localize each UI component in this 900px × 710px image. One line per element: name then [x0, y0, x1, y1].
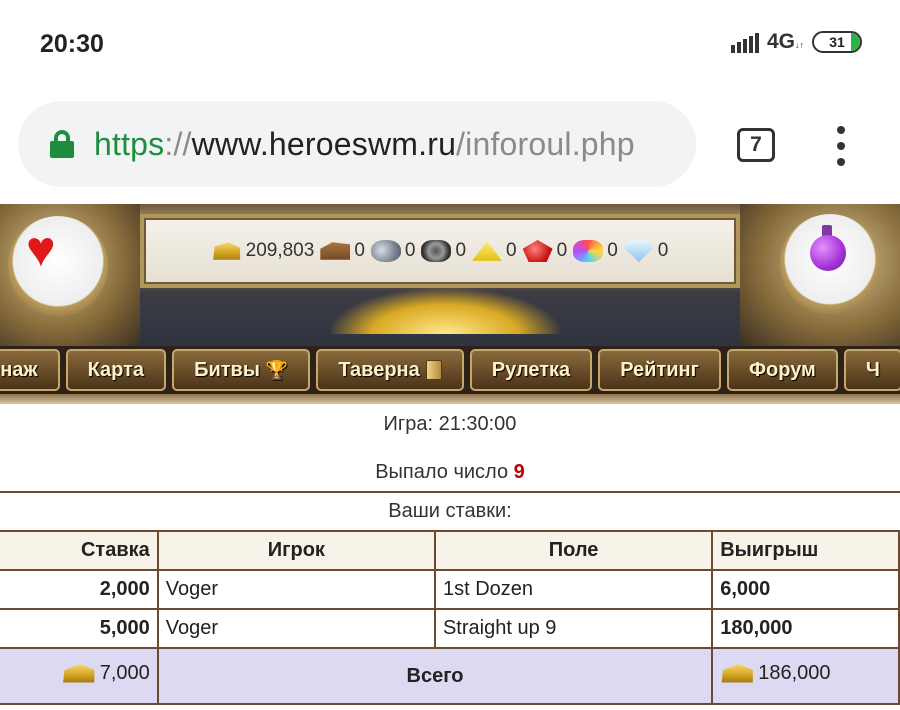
- health-orb: [8, 216, 108, 316]
- gold-icon: [63, 664, 95, 683]
- bet-stake: 5,000: [0, 608, 159, 649]
- nav-forum[interactable]: Форум: [726, 349, 838, 391]
- status-time: 20:30: [40, 30, 104, 58]
- nav-tavern[interactable]: Таверна: [316, 349, 464, 391]
- resource-diamond: 0: [623, 240, 668, 262]
- battery-icon: 31: [812, 31, 862, 53]
- game-result: Выпало число 9: [0, 461, 900, 484]
- gold-icon: [721, 664, 753, 683]
- network-type: 4G↓↑: [766, 30, 804, 53]
- address-bar[interactable]: https://www.heroeswm.ru/inforoul.php: [18, 101, 696, 187]
- diamond-icon: [623, 240, 654, 262]
- resource-gold: 209,803: [212, 240, 314, 262]
- battery-level: 31: [829, 34, 845, 50]
- status-bar: 20:30 4G↓↑ 31: [0, 0, 900, 92]
- resource-sulfur: 0: [472, 240, 517, 262]
- table-row: 5,000 Voger Straight up 9 180,000: [0, 608, 900, 649]
- resource-ore: 0: [370, 240, 415, 262]
- game-header: ♥ 209,803 0 0 0 0 0 0 0: [0, 204, 900, 346]
- total-stake-cell: 7,000: [0, 647, 159, 705]
- sulfur-icon: [472, 241, 503, 261]
- bet-player[interactable]: Voger: [156, 608, 436, 649]
- signal-icon: [730, 31, 759, 53]
- ore-icon: [370, 240, 401, 262]
- crystal-icon: [522, 240, 553, 262]
- resource-crystal: 0: [522, 240, 567, 262]
- bet-field: 1st Dozen: [433, 569, 714, 610]
- resource-wood: 0: [320, 240, 365, 262]
- divider: [0, 491, 900, 493]
- table-header-row: Ставка Игрок Поле Выигрыш: [0, 530, 900, 571]
- mercury-icon: [421, 240, 452, 262]
- gold-icon: [213, 242, 241, 260]
- bets-title: Ваши ставки:: [388, 500, 512, 522]
- header-field: Поле: [433, 530, 714, 571]
- treasure-pile-icon: [330, 288, 560, 334]
- table-total-row: 7,000 Всего 186,000: [0, 647, 900, 705]
- tab-switcher-button[interactable]: 7: [737, 128, 775, 162]
- table-row: 2,000 Voger 1st Dozen 6,000: [0, 569, 900, 610]
- bet-stake: 2,000: [0, 569, 159, 610]
- nav-map[interactable]: Карта: [65, 349, 167, 391]
- nav-rating[interactable]: Рейтинг: [598, 349, 721, 391]
- bet-win: 180,000: [711, 608, 900, 649]
- header-win: Выигрыш: [711, 530, 900, 571]
- heart-icon[interactable]: ♥: [26, 224, 56, 274]
- result-label: Выпало число: [375, 461, 509, 483]
- total-win: 186,000: [758, 661, 831, 684]
- bet-field: Straight up 9: [433, 608, 714, 649]
- total-stake: 7,000: [99, 661, 150, 684]
- game-time: Игра: 21:30:00: [383, 413, 517, 435]
- wood-icon: [320, 242, 351, 260]
- result-number: 9: [513, 461, 525, 483]
- lock-icon[interactable]: [50, 130, 74, 158]
- bet-win: 6,000: [711, 569, 900, 610]
- nav-battles[interactable]: Битвы 🏆: [172, 349, 311, 391]
- bet-player[interactable]: Voger: [156, 569, 436, 610]
- gems-icon: [573, 240, 604, 262]
- browser-menu-icon[interactable]: [834, 126, 848, 166]
- nav-chat[interactable]: Ч: [843, 349, 900, 391]
- total-label: Всего: [156, 647, 714, 705]
- url-text[interactable]: https://www.heroeswm.ru/inforoul.php: [94, 126, 635, 163]
- trophy-icon: 🏆: [265, 359, 289, 380]
- resources-panel: 209,803 0 0 0 0 0 0 0: [140, 214, 740, 288]
- nav-roulette[interactable]: Рулетка: [469, 349, 593, 391]
- resource-mercury: 0: [421, 240, 466, 262]
- header-player: Игрок: [156, 530, 436, 571]
- scroll-icon: [425, 360, 442, 380]
- header-stake: Ставка: [0, 530, 159, 571]
- bets-table: Ставка Игрок Поле Выигрыш 2,000 Voger 1s…: [0, 530, 900, 705]
- status-icons: 4G↓↑ 31: [730, 30, 862, 54]
- resource-gems: 0: [573, 240, 618, 262]
- game-nav: рнаж Карта Битвы🏆 Таверна Рулетка Рейтин…: [0, 346, 900, 394]
- total-win-cell: 186,000: [711, 647, 900, 705]
- nav-character[interactable]: рнаж: [0, 349, 60, 391]
- nav-border: [0, 394, 900, 404]
